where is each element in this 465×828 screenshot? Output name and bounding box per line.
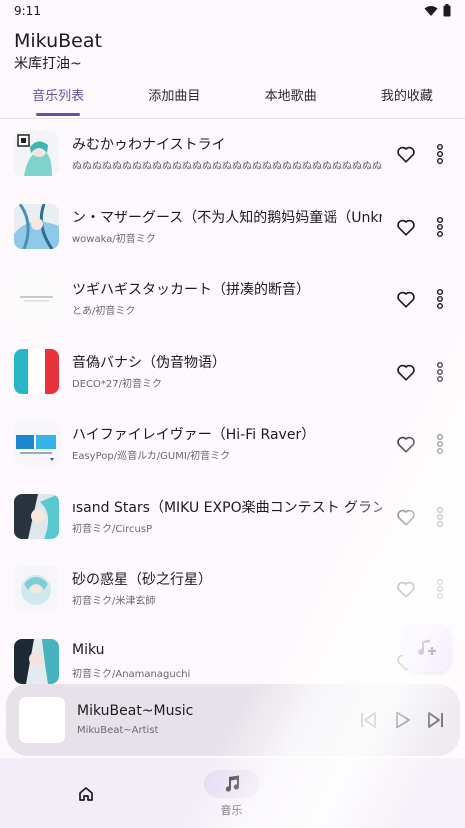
battery-icon — [443, 4, 451, 17]
status-bar: 9:11 — [0, 0, 465, 24]
song-title: みむかゥわナイストライ — [72, 137, 226, 153]
bottom-navigation: 音乐 — [0, 758, 465, 828]
song-list: みむかゥわナイストライ ぬぬぬぬぬぬぬぬぬぬぬぬぬぬぬぬぬぬぬぬぬぬぬぬぬぬぬぬ… — [0, 119, 465, 699]
song-artist: EasyPop/巡音ルカ/GUMI/初音ミク — [72, 451, 231, 462]
song-item[interactable]: 砂の惑星（砂之行星） 初音ミク/米津玄師 — [0, 554, 465, 627]
status-icons — [424, 4, 451, 17]
more-vert-icon[interactable] — [434, 288, 446, 310]
album-cover — [14, 348, 59, 394]
nav-home[interactable] — [8, 758, 163, 828]
song-item[interactable]: ısand Stars（MIKU EXPO楽曲コンテスト グランプ 初音ミク/C… — [0, 482, 465, 555]
play-icon[interactable] — [390, 708, 414, 732]
song-title: ısand Stars（MIKU EXPO楽曲コンテスト グランプ — [72, 499, 382, 516]
album-cover — [14, 421, 59, 466]
song-title: ハイファイレイヴァー（Hi-Fi Raver） — [72, 427, 316, 443]
heart-icon[interactable] — [395, 433, 417, 455]
song-title: ン・マザーグース（不为人知的鹅妈妈童谣（Unknc — [72, 209, 382, 226]
tab-add-track[interactable]: 添加曲目 — [116, 82, 232, 118]
player-title: MikuBeat~Music — [77, 703, 194, 719]
heart-icon[interactable] — [395, 216, 417, 238]
album-cover — [14, 493, 59, 539]
nav-music[interactable]: 音乐 — [154, 758, 309, 828]
song-title: 砂の惑星（砂之行星） — [72, 572, 212, 588]
song-artist: 初音ミク/CircusP — [72, 523, 153, 535]
music-note-icon — [225, 775, 239, 792]
more-vert-icon[interactable] — [434, 433, 446, 455]
album-cover — [14, 276, 59, 321]
player-artist: MikuBeat~Artist — [77, 725, 159, 736]
add-music-icon — [418, 639, 436, 655]
song-title: Miku — [72, 641, 105, 658]
song-artist: 初音ミク/Anamanaguchi — [72, 668, 191, 680]
song-artist: DECO*27/初音ミク — [72, 378, 162, 390]
album-cover — [14, 131, 59, 176]
song-artist: ぬぬぬぬぬぬぬぬぬぬぬぬぬぬぬぬぬぬぬぬぬぬぬぬぬぬぬぬぬぬぬぬぬぬぬ… — [72, 161, 382, 172]
mini-player[interactable]: MikuBeat~Music MikuBeat~Artist — [6, 684, 460, 756]
heart-icon[interactable] — [395, 506, 417, 528]
more-vert-icon[interactable] — [434, 578, 446, 600]
app-title: MikuBeat — [14, 30, 102, 52]
song-artist: 初音ミク/米津玄師 — [72, 596, 156, 607]
more-vert-icon[interactable] — [434, 361, 446, 383]
nav-music-label: 音乐 — [220, 804, 243, 817]
song-artist: とあ/初音ミク — [72, 306, 136, 317]
tab-bar: 音乐列表 添加曲目 本地歌曲 我的收藏 — [0, 82, 465, 118]
song-title: 音偽バナシ（伪音物语） — [72, 354, 226, 371]
album-cover — [14, 203, 59, 249]
album-cover — [14, 566, 59, 611]
nav-home-pill — [58, 780, 114, 808]
song-item[interactable]: みむかゥわナイストライ ぬぬぬぬぬぬぬぬぬぬぬぬぬぬぬぬぬぬぬぬぬぬぬぬぬぬぬぬ… — [0, 119, 465, 192]
song-item[interactable]: ハイファイレイヴァー（Hi-Fi Raver） EasyPop/巡音ルカ/GUM… — [0, 409, 465, 482]
song-title: ツギハギスタッカート（拼凑的断音） — [72, 282, 310, 298]
more-vert-icon[interactable] — [434, 143, 446, 165]
home-icon — [78, 787, 93, 801]
heart-icon[interactable] — [395, 143, 417, 165]
tab-favorites[interactable]: 我的收藏 — [349, 82, 465, 118]
skip-next-icon[interactable] — [424, 708, 448, 732]
song-item[interactable]: 音偽バナシ（伪音物语） DECO*27/初音ミク — [0, 337, 465, 410]
heart-icon[interactable] — [395, 288, 417, 310]
heart-icon[interactable] — [395, 361, 417, 383]
tab-music-list[interactable]: 音乐列表 — [0, 82, 116, 118]
more-vert-icon[interactable] — [434, 506, 446, 528]
wifi-icon — [424, 5, 438, 16]
app-subtitle: 米库打油~ — [14, 56, 82, 72]
nav-music-pill — [203, 770, 260, 798]
tab-local-songs[interactable]: 本地歌曲 — [233, 82, 349, 118]
song-item[interactable]: ン・マザーグース（不为人知的鹅妈妈童谣（Unknc wowaka/初音ミク — [0, 192, 465, 265]
song-item[interactable]: ツギハギスタッカート（拼凑的断音） とあ/初音ミク — [0, 264, 465, 337]
status-time: 9:11 — [14, 4, 41, 18]
add-music-fab[interactable] — [403, 624, 451, 672]
player-artwork — [19, 697, 65, 743]
skip-previous-icon[interactable] — [356, 708, 380, 732]
more-vert-icon[interactable] — [434, 216, 446, 238]
heart-icon[interactable] — [395, 578, 417, 600]
album-cover — [14, 638, 59, 684]
song-artist: wowaka/初音ミク — [72, 233, 156, 245]
